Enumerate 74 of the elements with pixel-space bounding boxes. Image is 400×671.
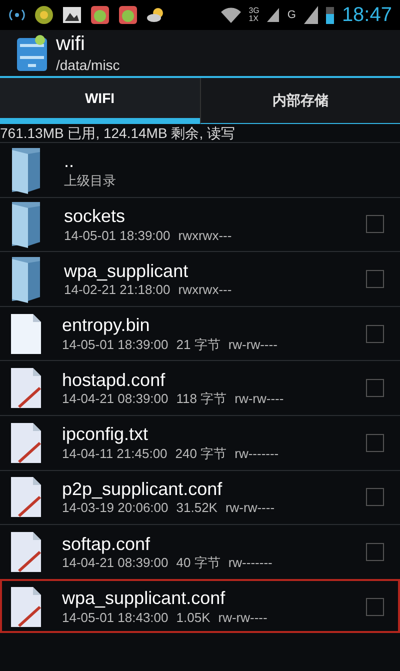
file-row[interactable]: p2p_supplicant.conf 14-03-19 20:06:00 31.52K rw-rw---- — [0, 470, 400, 524]
storage-info: 761.13MB 已用, 124.14MB 剩余, 读写 — [0, 124, 236, 142]
signal-icon — [267, 8, 280, 22]
file-detail: 14-04-11 21:45:00 — [62, 446, 168, 462]
file-detail: 14-02-21 21:18:00 — [64, 282, 170, 298]
checkbox[interactable] — [366, 270, 384, 288]
file-detail: rwxrwx--- — [178, 282, 232, 298]
folder-title: wifi — [56, 32, 86, 57]
file-detail: 14-05-01 18:39:00 — [64, 228, 170, 244]
network-label: 1X — [248, 15, 260, 23]
file-name: wpa_supplicant.conf — [62, 587, 226, 610]
file-name: softap.conf — [62, 532, 152, 556]
file-detail: 14-05-01 18:39:00 — [62, 336, 168, 353]
file-name: p2p_supplicant.conf — [62, 478, 224, 500]
checkbox[interactable] — [366, 434, 384, 452]
file-name: .. — [64, 150, 76, 173]
file-cabinet-icon[interactable] — [16, 34, 48, 72]
checkbox[interactable] — [366, 324, 384, 343]
file-detail: 118 字节 — [176, 391, 227, 408]
file-detail: 21 字节 — [176, 336, 220, 353]
battery-icon — [326, 6, 334, 24]
signal-icon — [304, 6, 318, 24]
file-row[interactable]: softap.conf 14-04-21 08:39:00 40 字节 rw------- — [0, 524, 400, 579]
folder-path: /data/misc — [56, 56, 120, 74]
file-detail: 14-04-21 08:39:00 — [62, 391, 168, 408]
app-icon — [34, 5, 54, 25]
file-detail: rwxrwx--- — [178, 228, 232, 244]
document-pencil-icon — [10, 476, 42, 518]
document-pencil-icon — [10, 422, 42, 464]
file-name: ipconfig.txt — [62, 423, 150, 446]
document-pencil-icon — [10, 367, 42, 410]
file-detail: rw-rw---- — [225, 500, 275, 517]
file-row[interactable]: wpa_supplicant.conf 14-05-01 18:43:00 1.05K rw-rw---- — [0, 578, 400, 634]
document-pencil-icon — [10, 586, 42, 628]
wifi-icon — [220, 7, 241, 23]
checkbox[interactable] — [366, 379, 384, 398]
checkbox[interactable] — [366, 542, 384, 561]
file-detail: 1.05K — [176, 610, 210, 626]
file-detail: rw------- — [234, 446, 279, 462]
tab[interactable]: WIFI — [0, 78, 200, 124]
file-row[interactable]: sockets 14-05-01 18:39:00 rwxrwx--- — [0, 196, 400, 252]
network-label: G — [287, 8, 296, 23]
file-detail: 31.52K — [176, 500, 218, 517]
file-row[interactable]: entropy.bin 14-05-01 18:39:00 21 字节 rw-rw---- — [0, 306, 400, 360]
file-name: hostapd.conf — [62, 368, 166, 392]
checkbox[interactable] — [366, 215, 384, 234]
app-icon — [118, 5, 138, 25]
checkbox[interactable] — [366, 598, 384, 616]
file-detail: 14-03-19 20:06:00 — [62, 500, 168, 517]
file-detail: rw-rw---- — [218, 610, 268, 626]
file-row[interactable]: hostapd.conf 14-04-21 08:39:00 118 字节 rw-rw---- — [0, 360, 400, 415]
image-icon — [62, 5, 82, 25]
file-detail: 14-04-21 08:39:00 — [62, 555, 168, 572]
file-detail: rw------- — [228, 555, 272, 572]
clock: 18:47 — [342, 3, 392, 28]
file-detail: 240 字节 — [175, 446, 227, 462]
file-row[interactable]: .. 上级目录 — [0, 142, 400, 197]
file-detail: rw-rw---- — [234, 391, 284, 408]
file-detail: 40 字节 — [176, 555, 220, 572]
file-detail: 上级目录 — [64, 172, 116, 190]
file-icon — [10, 312, 42, 355]
file-detail: rw-rw---- — [228, 336, 278, 353]
file-name: wpa_supplicant — [64, 260, 190, 282]
file-name: sockets — [64, 205, 126, 228]
file-detail: 14-05-01 18:43:00 — [62, 610, 168, 626]
file-row[interactable]: wpa_supplicant 14-02-21 21:18:00 rwxrwx--- — [0, 251, 400, 306]
document-pencil-icon — [10, 530, 42, 573]
checkbox[interactable] — [366, 488, 384, 506]
weather-icon — [146, 7, 166, 23]
app-icon — [90, 5, 110, 25]
file-name: entropy.bin — [62, 314, 151, 337]
network-label: 3G — [248, 7, 260, 15]
file-row[interactable]: ipconfig.txt 14-04-11 21:45:00 240 字节 rw------- — [0, 414, 400, 470]
tab[interactable]: 内部存储 — [200, 78, 400, 124]
